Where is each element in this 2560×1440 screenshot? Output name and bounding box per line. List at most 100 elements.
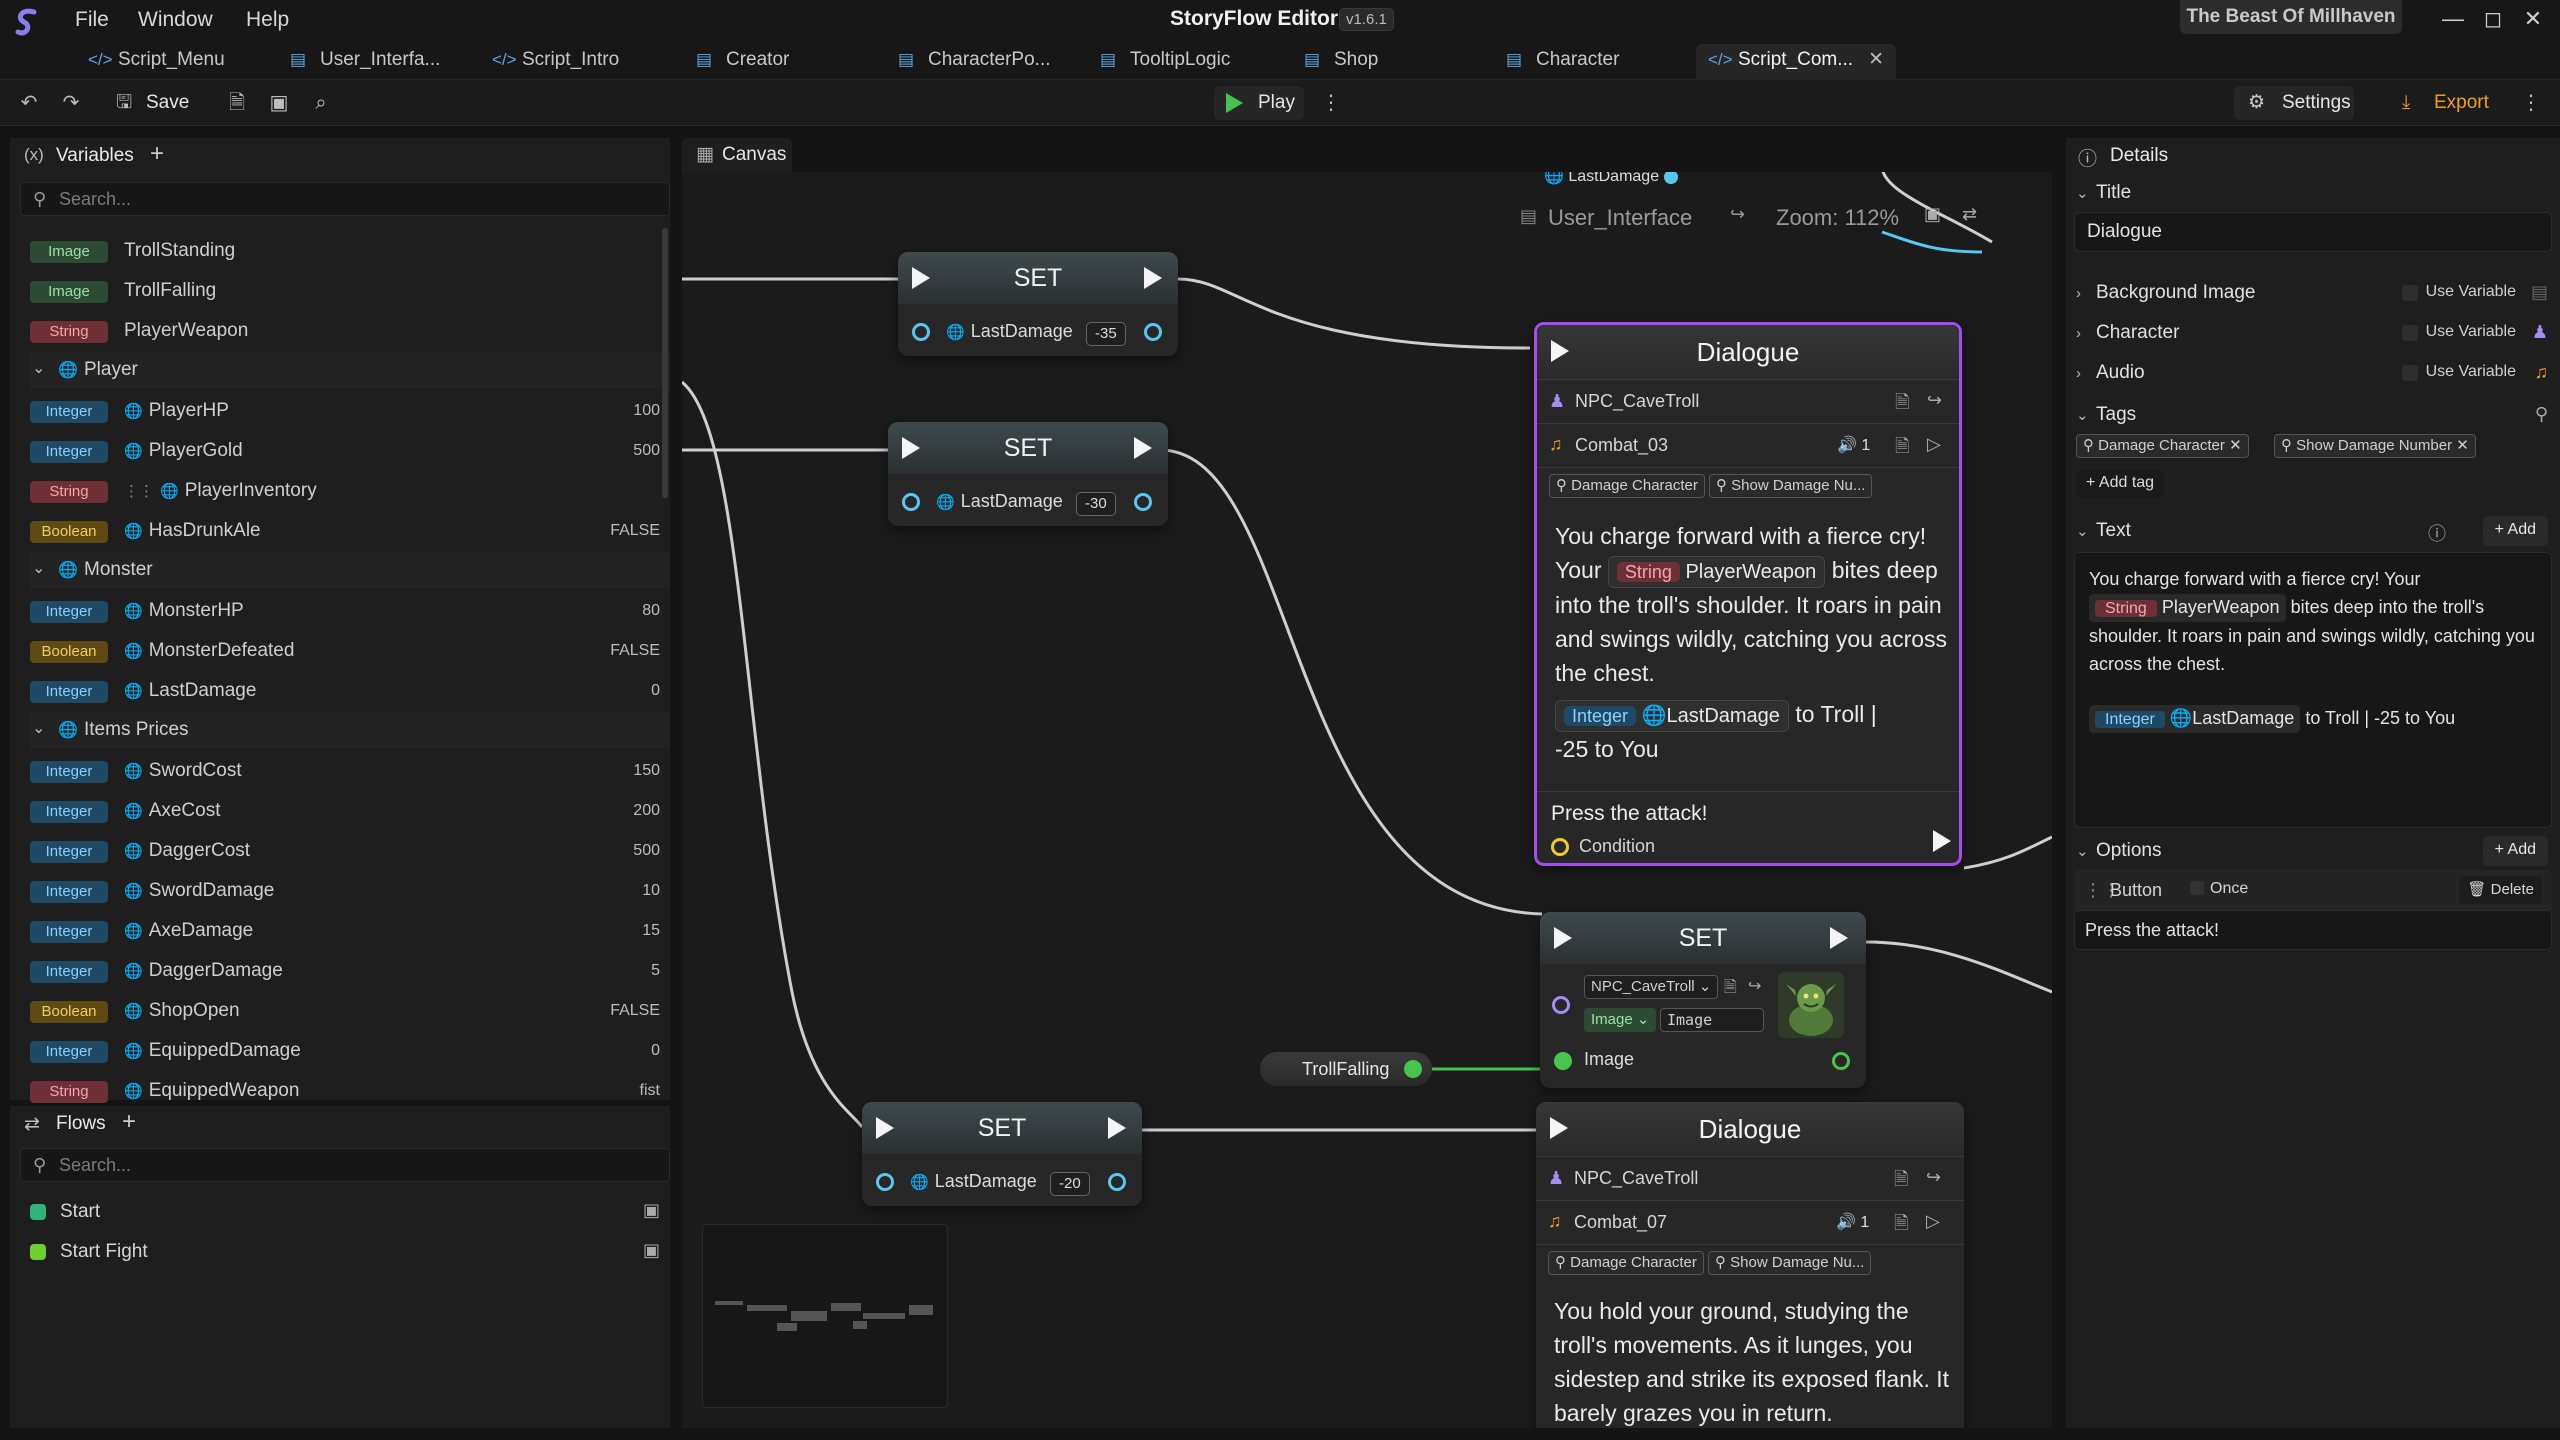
close-window-icon[interactable]: ✕ <box>2516 6 2550 36</box>
fit-view-icon[interactable]: ▣ <box>264 88 294 118</box>
canvas-settings-icon[interactable]: ⇄ <box>1962 204 1977 225</box>
option-exec-out-pin[interactable] <box>1933 830 1951 852</box>
variable-row[interactable]: Image TrollFalling <box>30 274 670 310</box>
document-icon[interactable]: 🗎 <box>1894 1167 1908 1197</box>
flow-open-icon[interactable]: ▣ <box>643 1240 660 1261</box>
dialogue-node[interactable]: Dialogue ♟ NPC_CaveTroll 🗎 ↪ ♫ Combat_07… <box>1536 1102 1964 1428</box>
remove-tag-icon[interactable]: ✕ <box>2229 437 2242 454</box>
set-value-input[interactable]: -35 <box>1086 322 1126 346</box>
new-document-icon[interactable]: 🗎 <box>222 88 252 118</box>
text-section-header[interactable]: ⌄ Text <box>2076 520 2131 542</box>
flows-search-input[interactable]: ⚲ Search... <box>20 1148 670 1182</box>
volume-icon[interactable]: 🔊 1 <box>1837 435 1870 455</box>
variable-group-monster[interactable]: ⌄ 🌐 Monster <box>30 552 670 588</box>
dialogue-audio-row[interactable]: ♫ Combat_07 🔊 1 🗎 ▷ <box>1536 1200 1964 1244</box>
open-board-icon[interactable]: ↪ <box>1730 204 1745 225</box>
top-variable-node[interactable]: 🌐 LastDamage <box>1544 172 1678 186</box>
tab-script-menu[interactable]: </> Script_Menu <box>88 44 225 80</box>
add-text-button[interactable]: + Add <box>2482 516 2548 546</box>
variable-pill[interactable]: String PlayerWeapon <box>2089 594 2286 622</box>
tab-script-combat[interactable]: </> Script_Com... ✕ <box>1696 44 1896 80</box>
dialogue-text-damage[interactable]: Integer 🌐LastDamage to Troll | -25 to Yo… <box>1555 697 1955 766</box>
variable-row[interactable]: Image TrollStanding <box>30 234 670 270</box>
use-variable-toggle[interactable]: Use Variable <box>2396 360 2516 386</box>
export-button[interactable]: ⤓ Export <box>2392 86 2492 120</box>
variable-row[interactable]: Integer 🌐 PlayerGold 500 <box>30 434 670 470</box>
kebab-menu-icon[interactable]: ⋮ <box>2516 88 2546 118</box>
value-in-pin[interactable] <box>902 493 920 511</box>
exec-in-pin[interactable] <box>1550 1117 1568 1139</box>
dialogue-audio-row[interactable]: ♫ Combat_03 🔊 1 🗎 ▷ <box>1537 423 1959 467</box>
tag-chip[interactable]: ⚲ Show Damage Nu... <box>1709 474 1873 498</box>
dialogue-option[interactable]: Press the attack! Condition <box>1537 791 1959 863</box>
variable-row[interactable]: String PlayerWeapon <box>30 314 670 350</box>
delete-option-button[interactable]: 🗑 Delete <box>2459 876 2542 904</box>
add-option-button[interactable]: + Add <box>2482 836 2548 866</box>
variable-group-items-prices[interactable]: ⌄ 🌐 Items Prices <box>30 712 670 748</box>
character-section[interactable]: › Character <box>2076 322 2179 344</box>
use-variable-toggle[interactable]: Use Variable <box>2396 280 2516 306</box>
dialogue-character-row[interactable]: ♟ NPC_CaveTroll 🗎 ↪ <box>1536 1156 1964 1200</box>
variable-row[interactable]: Boolean 🌐 MonsterDefeated FALSE <box>30 634 670 670</box>
variable-row[interactable]: Boolean 🌐 ShopOpen FALSE <box>30 994 670 1030</box>
once-checkbox[interactable] <box>2190 881 2204 895</box>
set-node[interactable]: SET 🌐 LastDamage -20 <box>862 1102 1142 1206</box>
tab-tooltip-logic[interactable]: ▤ TooltipLogic <box>1100 44 1230 80</box>
troll-falling-variable-node[interactable]: TrollFalling <box>1260 1052 1432 1086</box>
exec-out-pin[interactable] <box>1144 267 1162 289</box>
add-variable-button[interactable]: + <box>150 140 164 168</box>
variable-row[interactable]: Integer 🌐 DaggerDamage 5 <box>30 954 670 990</box>
type-select[interactable]: Image ⌄ <box>1584 1008 1657 1032</box>
variable-group-player[interactable]: ⌄ 🌐 Player <box>30 352 670 388</box>
canvas-tab[interactable]: ▦ Canvas <box>682 138 792 172</box>
tag-chip[interactable]: ⚲ Damage Character <box>1548 1251 1704 1275</box>
dialogue-text[interactable]: You hold your ground, studying the troll… <box>1554 1294 1954 1428</box>
more-options-icon[interactable]: ⋮ <box>1316 88 1346 118</box>
tab-character-portrait[interactable]: ▤ CharacterPo... <box>898 44 1051 80</box>
variable-row[interactable]: Boolean 🌐 HasDrunkAle FALSE <box>30 514 670 550</box>
settings-button[interactable]: ⚙ Settings <box>2234 86 2354 120</box>
image-out-pin[interactable] <box>1832 1052 1850 1070</box>
dialogue-node-selected[interactable]: Dialogue ♟ NPC_CaveTroll 🗎 ↪ ♫ Combat_03… <box>1534 322 1962 866</box>
add-tag-button[interactable]: + Add tag <box>2076 470 2165 498</box>
text-editor[interactable]: You charge forward with a fierce cry! Yo… <box>2074 552 2552 828</box>
exec-in-pin[interactable] <box>902 437 920 459</box>
variable-pill[interactable]: String PlayerWeapon <box>1607 556 1826 588</box>
tag-chip[interactable]: ⚲ Damage Character ✕ <box>2076 434 2249 458</box>
set-value-input[interactable]: -20 <box>1050 1172 1090 1196</box>
menu-file[interactable]: File <box>75 8 109 32</box>
set-value-input[interactable]: -30 <box>1076 492 1116 516</box>
character-select[interactable]: NPC_CaveTroll ⌄ <box>1584 975 1719 999</box>
redo-icon[interactable]: ↷ <box>56 88 86 118</box>
remove-tag-icon[interactable]: ✕ <box>2456 437 2469 454</box>
value-out-pin[interactable] <box>1108 1173 1126 1191</box>
set-node[interactable]: SET 🌐 LastDamage -30 <box>888 422 1168 526</box>
value-out-pin[interactable] <box>1134 493 1152 511</box>
tab-character[interactable]: ▤ Character <box>1506 44 1619 80</box>
variable-row[interactable]: Integer 🌐 AxeDamage 15 <box>30 914 670 950</box>
add-flow-button[interactable]: + <box>122 1108 136 1136</box>
value-in-pin[interactable] <box>912 323 930 341</box>
tags-section-header[interactable]: ⌄ Tags <box>2076 404 2136 426</box>
exec-in-pin[interactable] <box>912 267 930 289</box>
variable-row[interactable]: Integer 🌐 EquippedDamage 0 <box>30 1034 670 1070</box>
fit-view-icon[interactable]: ▣ <box>1924 204 1941 225</box>
project-name[interactable]: The Beast Of Millhaven <box>2180 0 2402 34</box>
variable-row[interactable]: Integer 🌐 AxeCost 200 <box>30 794 670 830</box>
open-link-icon[interactable]: ↪ <box>1748 976 1761 996</box>
variable-row[interactable]: String 🌐 EquippedWeapon fist <box>30 1074 670 1110</box>
variables-search-input[interactable]: ⚲ Search... <box>20 182 670 216</box>
variable-row[interactable]: Integer 🌐 DaggerCost 500 <box>30 834 670 870</box>
output-pin[interactable] <box>1404 1060 1422 1078</box>
variable-row[interactable]: Integer 🌐 SwordCost 150 <box>30 754 670 790</box>
variable-row[interactable]: String ⋮⋮ 🌐 PlayerInventory <box>30 474 670 510</box>
variable-pill[interactable]: Integer 🌐LastDamage <box>2089 705 2301 733</box>
use-variable-toggle[interactable]: Use Variable <box>2396 320 2516 346</box>
play-audio-icon[interactable]: ▷ <box>1927 434 1941 455</box>
exec-in-pin[interactable] <box>1554 927 1572 949</box>
flow-open-icon[interactable]: ▣ <box>643 1200 660 1221</box>
tag-chip[interactable]: ⚲ Damage Character <box>1549 474 1705 498</box>
undo-icon[interactable]: ↶ <box>14 88 44 118</box>
minimap[interactable] <box>702 1224 948 1408</box>
set-image-node[interactable]: SET NPC_CaveTroll ⌄ 🗎 ↪ Image ⌄ Image Im… <box>1540 912 1866 1088</box>
